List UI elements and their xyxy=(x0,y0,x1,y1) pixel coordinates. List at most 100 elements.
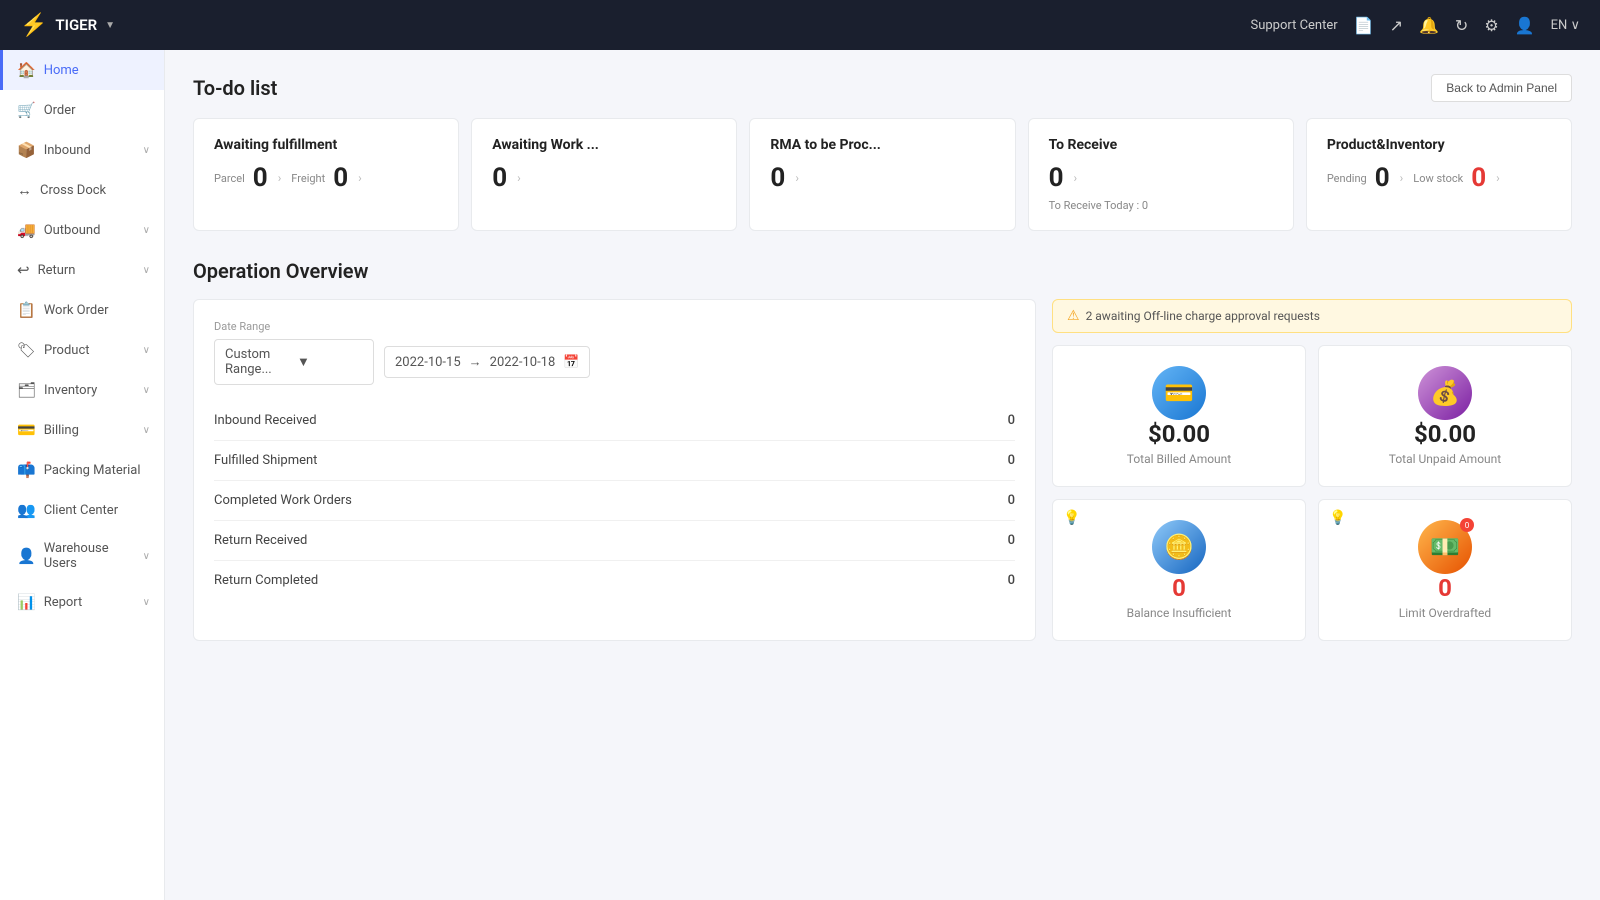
sidebar-item-inner: 🏷 Product xyxy=(17,341,90,359)
sidebar-item-inner: 👥 Client Center xyxy=(17,501,118,519)
sidebar-item-order[interactable]: 🛒 Order xyxy=(0,90,164,130)
right-cards-row-bottom: 💡 🪙 0 Balance Insufficient 💡 💵0 0 Limit … xyxy=(1052,499,1572,641)
settings-icon[interactable]: ⚙ xyxy=(1484,16,1498,35)
date-range-select[interactable]: Custom Range... ▼ xyxy=(214,339,374,385)
support-center-link[interactable]: Support Center xyxy=(1250,18,1337,33)
document-icon[interactable]: 📄 xyxy=(1354,16,1374,35)
sidebar-item-inner: ↩ Return xyxy=(17,261,76,279)
todo-card-row-awaiting-work: 0 › xyxy=(492,163,716,193)
tip-icon-limit-overdrafted[interactable]: 💡 xyxy=(1329,510,1346,526)
date-arrow-icon: → xyxy=(469,354,482,370)
topnav-left: ⚡ TIGER ▼ xyxy=(20,13,115,38)
total-billed-amount: $0.00 xyxy=(1148,420,1210,448)
sidebar-item-inbound[interactable]: 📦 Inbound ∨ xyxy=(0,130,164,170)
inventory-icon: 🗂 xyxy=(17,381,36,399)
crossdock-icon: ↔ xyxy=(17,181,32,199)
billing-icon: 💳 xyxy=(17,421,36,439)
sidebar-item-home[interactable]: 🏠 Home xyxy=(0,50,164,90)
total-billed-icon: 💳 xyxy=(1152,366,1206,420)
total-unpaid-icon: 💰 xyxy=(1418,366,1472,420)
tip-icon-balance-insufficient[interactable]: 💡 xyxy=(1063,510,1080,526)
op-card-total-unpaid: 💰 $0.00 Total Unpaid Amount xyxy=(1318,345,1572,487)
sidebar-label-billing: Billing xyxy=(44,423,79,438)
app-caret-icon[interactable]: ▼ xyxy=(105,20,115,31)
right-cards-wrapper: 💳 $0.00 Total Billed Amount 💰 $0.00 Tota… xyxy=(1052,345,1572,641)
date-range-label: Date Range xyxy=(214,320,1015,333)
todo-card-title-rma: RMA to be Proc... xyxy=(770,137,994,153)
todo-card-row-product-inventory: Pending 0 › Low stock 0 › xyxy=(1327,163,1551,193)
sidebar-label-crossdock: Cross Dock xyxy=(40,183,106,198)
sidebar-item-inner: 🗂 Inventory xyxy=(17,381,97,399)
todo-arrow-product-inventory-2[interactable]: › xyxy=(1496,171,1500,185)
sidebar-item-outbound[interactable]: 🚚 Outbound ∨ xyxy=(0,210,164,250)
limit-overdrafted-label: Limit Overdrafted xyxy=(1399,606,1491,620)
todo-arrow-rma[interactable]: › xyxy=(795,171,799,185)
date-from: 2022-10-15 xyxy=(395,355,461,370)
workorder-icon: 📋 xyxy=(17,301,36,319)
sidebar-item-product[interactable]: 🏷 Product ∨ xyxy=(0,330,164,370)
stat-label: Fulfilled Shipment xyxy=(214,453,317,468)
sidebar-item-inner: 📫 Packing Material xyxy=(17,461,141,479)
sidebar-caret-report: ∨ xyxy=(143,597,150,608)
right-cards-row-top: 💳 $0.00 Total Billed Amount 💰 $0.00 Tota… xyxy=(1052,345,1572,487)
todo-section-header: To-do list Back to Admin Panel xyxy=(193,74,1572,102)
sidebar-item-inventory[interactable]: 🗂 Inventory ∨ xyxy=(0,370,164,410)
refresh-icon[interactable]: ↻ xyxy=(1455,16,1468,35)
todo-arrow-awaiting-fulfillment-2[interactable]: › xyxy=(358,171,362,185)
language-selector[interactable]: EN ∨ xyxy=(1551,18,1580,33)
todo-card-title-awaiting-work: Awaiting Work ... xyxy=(492,137,716,153)
todo-arrow-to-receive[interactable]: › xyxy=(1074,171,1078,185)
topnav: ⚡ TIGER ▼ Support Center 📄 ↗ 🔔 ↻ ⚙ 👤 EN … xyxy=(0,0,1600,50)
calendar-icon[interactable]: 📅 xyxy=(563,355,579,370)
report-icon: 📊 xyxy=(17,593,36,611)
app-name: TIGER xyxy=(55,16,97,34)
sidebar-item-workorder[interactable]: 📋 Work Order xyxy=(0,290,164,330)
sidebar-item-billing[interactable]: 💳 Billing ∨ xyxy=(0,410,164,450)
operation-section-title: Operation Overview xyxy=(193,259,1572,283)
total-unpaid-amount: $0.00 xyxy=(1414,420,1476,448)
back-to-admin-button[interactable]: Back to Admin Panel xyxy=(1431,74,1572,102)
total-billed-label: Total Billed Amount xyxy=(1127,452,1231,466)
sidebar-item-warehouseusers[interactable]: 👤 Warehouse Users ∨ xyxy=(0,530,164,582)
stat-value: 0 xyxy=(1008,493,1015,508)
client-icon: 👥 xyxy=(17,501,36,519)
stats-row: Return Received 0 xyxy=(214,521,1015,561)
stat-label: Return Received xyxy=(214,533,307,548)
sidebar-item-return[interactable]: ↩ Return ∨ xyxy=(0,250,164,290)
sidebar-label-home: Home xyxy=(44,63,79,78)
todo-sub-to-receive: To Receive Today : 0 xyxy=(1049,199,1273,212)
todo-cards-container: Awaiting fulfillment Parcel 0 › Freight … xyxy=(193,118,1572,231)
sidebar-label-order: Order xyxy=(44,103,76,118)
alert-banner: ⚠ 2 awaiting Off-line charge approval re… xyxy=(1052,299,1572,333)
todo-arrow-awaiting-work[interactable]: › xyxy=(517,171,521,185)
todo-arrow-awaiting-fulfillment-1[interactable]: › xyxy=(278,171,282,185)
stats-row: Return Completed 0 xyxy=(214,561,1015,600)
sidebar-item-report[interactable]: 📊 Report ∨ xyxy=(0,582,164,622)
product-icon: 🏷 xyxy=(17,341,36,359)
sidebar-item-inner: 🚚 Outbound xyxy=(17,221,100,239)
outbound-icon: 🚚 xyxy=(17,221,36,239)
todo-card-to-receive: To Receive 0 › To Receive Today : 0 xyxy=(1028,118,1294,231)
date-input-field[interactable]: 2022-10-15 → 2022-10-18 📅 xyxy=(384,346,590,378)
sidebar-item-inner: 📦 Inbound xyxy=(17,141,91,159)
op-card-limit-overdrafted: 💡 💵0 0 Limit Overdrafted xyxy=(1318,499,1572,641)
sidebar-item-inner: 📋 Work Order xyxy=(17,301,109,319)
todo-card-title-product-inventory: Product&Inventory xyxy=(1327,137,1551,153)
sidebar-label-warehouseusers: Warehouse Users xyxy=(44,541,143,571)
select-caret-icon: ▼ xyxy=(297,354,363,370)
stat-label: Inbound Received xyxy=(214,413,317,428)
sidebar-caret-inventory: ∨ xyxy=(143,385,150,396)
export-icon[interactable]: ↗ xyxy=(1390,16,1403,35)
stats-table: Inbound Received 0 Fulfilled Shipment 0 … xyxy=(214,401,1015,600)
todo-arrow-product-inventory-1[interactable]: › xyxy=(1400,171,1404,185)
sidebar-item-client[interactable]: 👥 Client Center xyxy=(0,490,164,530)
sidebar-item-inner: 💳 Billing xyxy=(17,421,79,439)
topnav-right: Support Center 📄 ↗ 🔔 ↻ ⚙ 👤 EN ∨ xyxy=(1250,16,1580,35)
sidebar-label-return: Return xyxy=(38,263,76,278)
user-avatar-icon[interactable]: 👤 xyxy=(1515,16,1535,35)
notification-icon[interactable]: 🔔 xyxy=(1419,16,1439,35)
alert-text: 2 awaiting Off-line charge approval requ… xyxy=(1086,309,1320,323)
sidebar-item-crossdock[interactable]: ↔ Cross Dock xyxy=(0,170,164,210)
sidebar-item-packing[interactable]: 📫 Packing Material xyxy=(0,450,164,490)
todo-card-row-awaiting-fulfillment: Parcel 0 › Freight 0 › xyxy=(214,163,438,193)
